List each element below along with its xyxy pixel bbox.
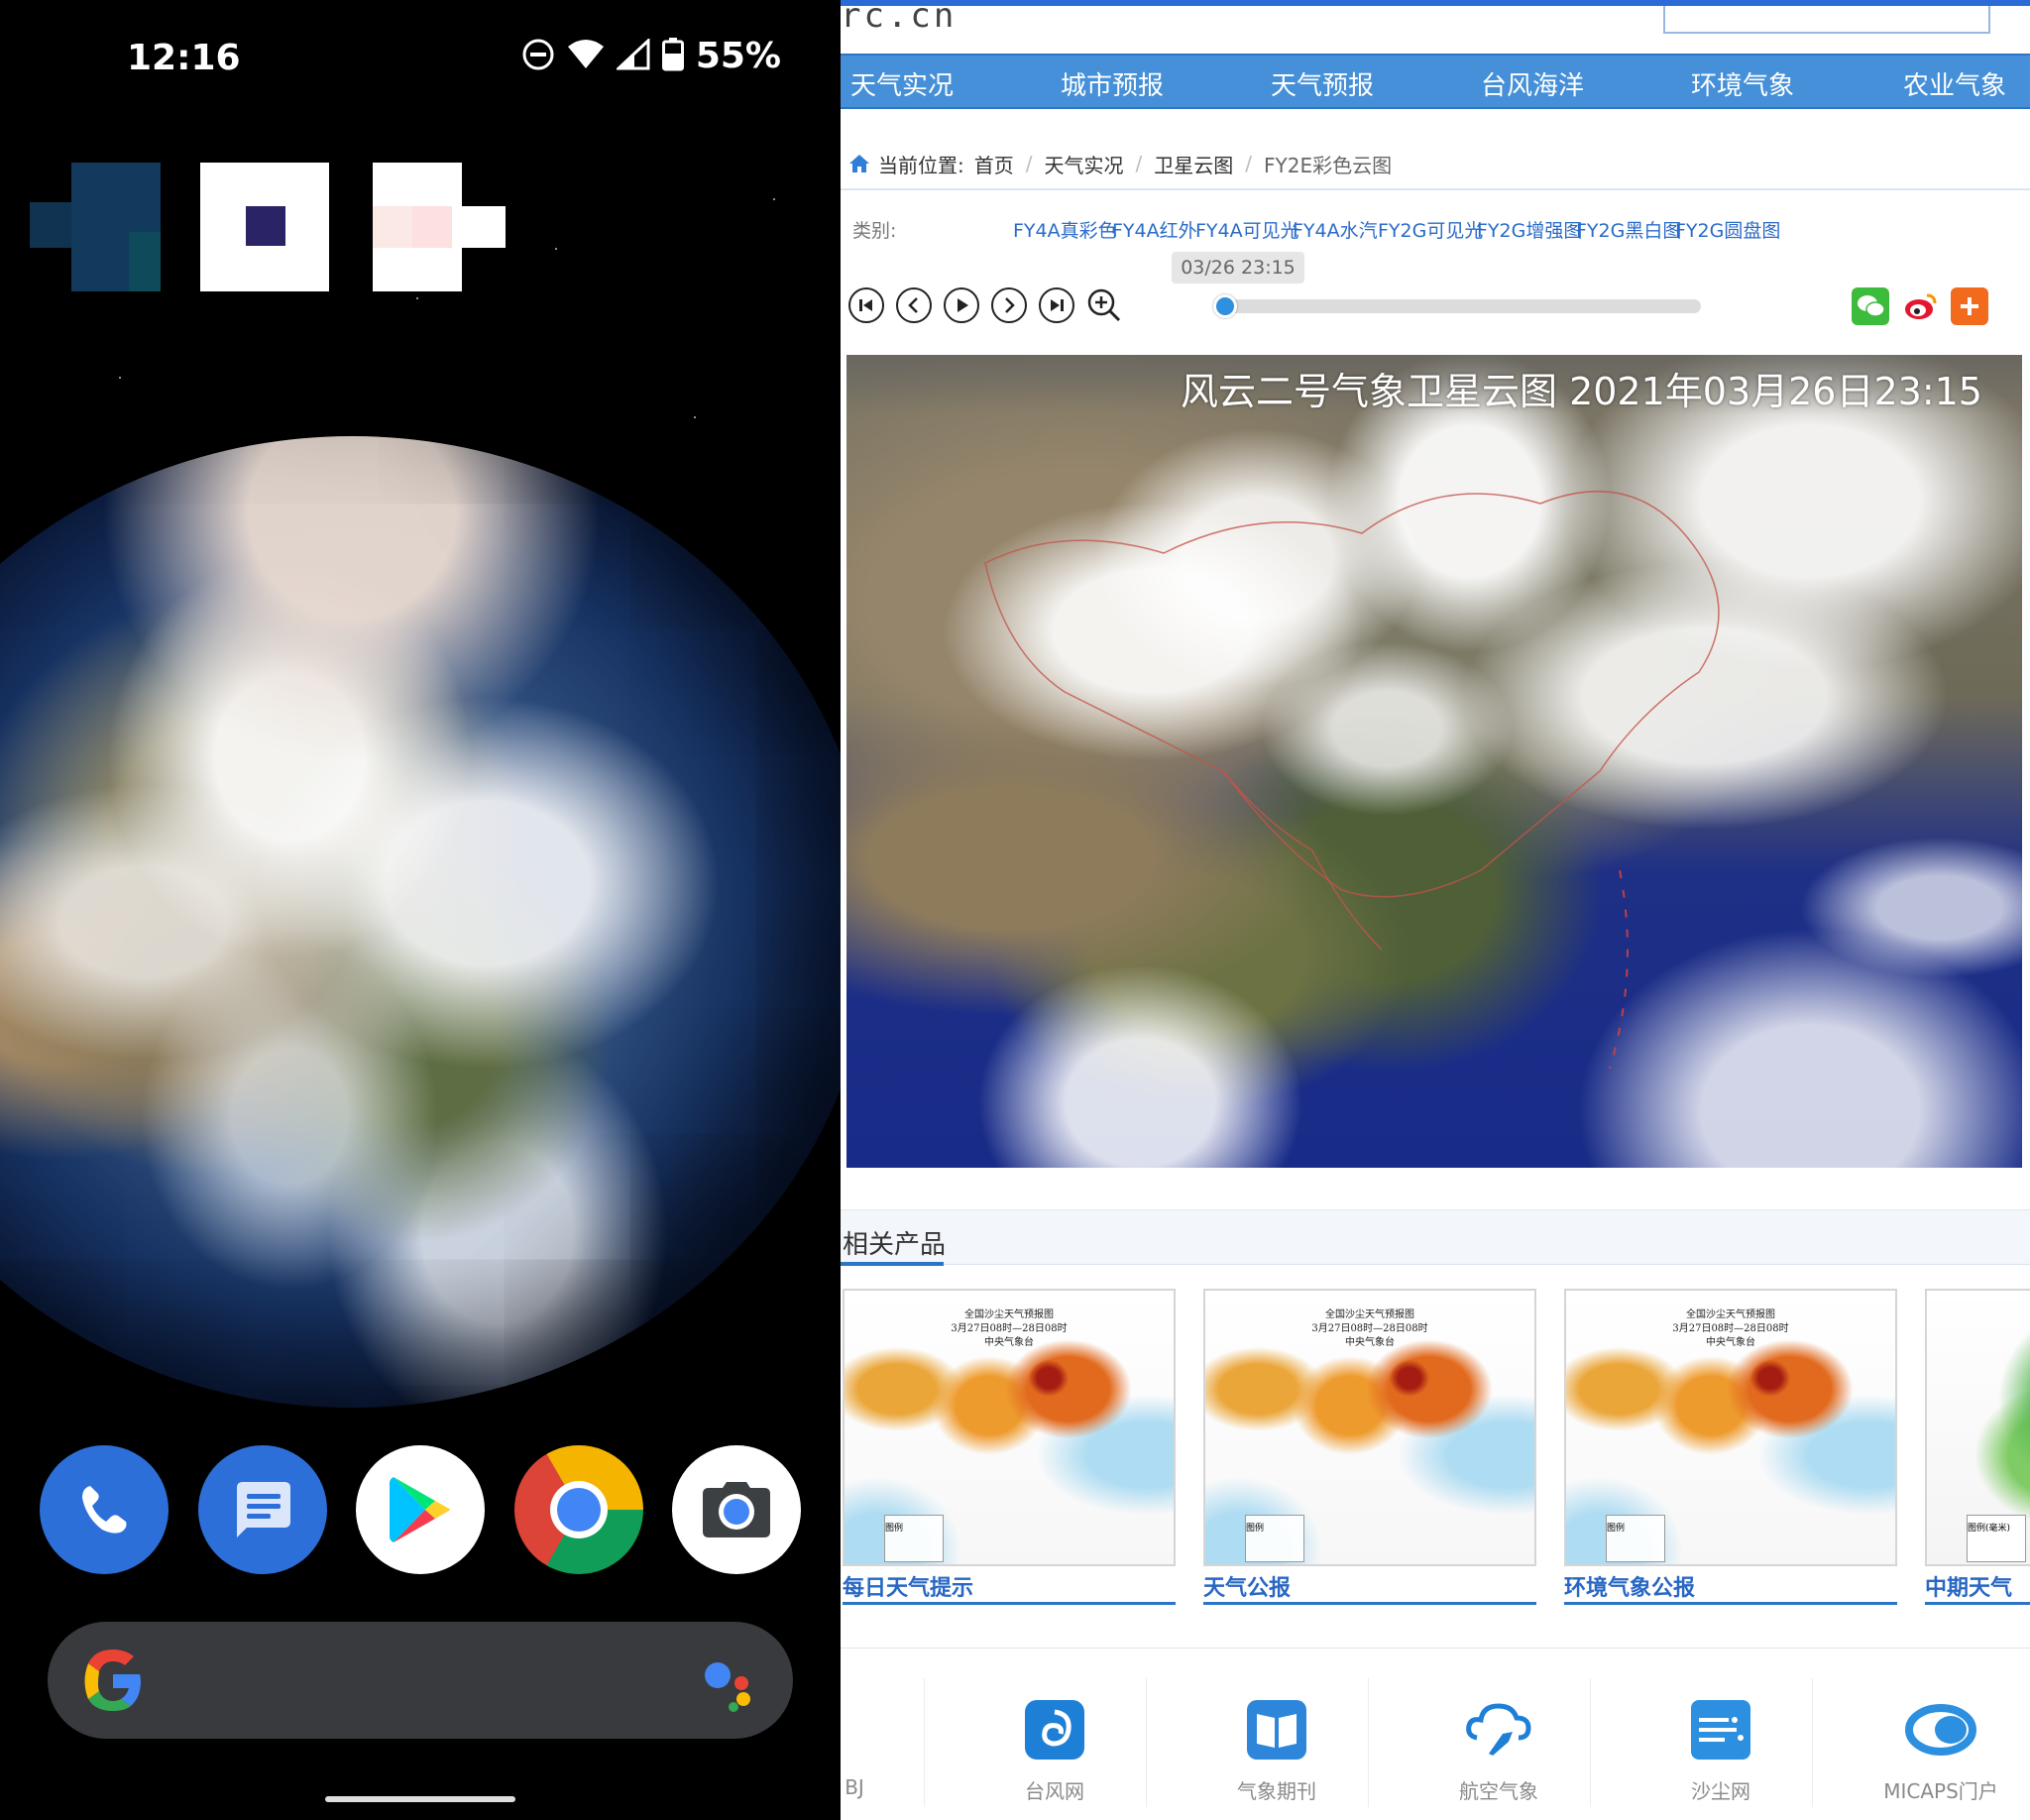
cell-signal-icon — [615, 37, 650, 74]
nav-item-city-forecast[interactable]: 城市预报 — [1061, 65, 1164, 102]
product-card-environment-bulletin[interactable]: 全国沙尘天气预报图 3月27日08时—28日08时 中央气象台 图例 环境气象公报 — [1564, 1289, 1897, 1608]
breadcrumb-home[interactable]: 首页 — [974, 150, 1014, 178]
site-header-strip: rc.cn — [841, 0, 2030, 54]
wifi-icon — [567, 39, 605, 74]
app-dock — [40, 1445, 801, 1574]
product-map-thumbnail[interactable]: 全国沙尘天气预报图 3月27日08时—28日08时 中央气象台 图例 — [843, 1289, 1176, 1566]
wechat-share-icon[interactable] — [1852, 287, 1889, 325]
weibo-share-icon[interactable] — [1901, 287, 1939, 325]
assistant-icon[interactable] — [700, 1655, 759, 1715]
product-label[interactable]: 每日天气提示 — [843, 1570, 973, 1602]
play-icon[interactable] — [944, 287, 979, 323]
nav-item-weather-forecast[interactable]: 天气预报 — [1271, 65, 1374, 102]
category-fy4a-true-color[interactable]: FY4A真彩色 — [1013, 216, 1117, 243]
timeline-slider[interactable] — [1213, 294, 1701, 318]
play-store-app-icon[interactable] — [356, 1445, 485, 1574]
category-fy2g-visible[interactable]: FY2G可见光 — [1378, 216, 1483, 243]
breadcrumb-prefix: 当前位置: — [878, 153, 964, 177]
dnd-icon — [521, 38, 555, 75]
android-home-screen: 12:16 55% — [0, 0, 841, 1820]
player-controls — [848, 287, 1122, 323]
breadcrumb-weather-live[interactable]: 天气实况 — [1045, 150, 1124, 178]
weather-webpage: rc.cn 天气实况 城市预报 天气预报 台风海洋 环境气象 农业气象 当前位置… — [841, 0, 2030, 1820]
battery-icon — [661, 37, 684, 75]
category-label: 类别: — [852, 220, 897, 242]
product-map-thumbnail[interactable]: 全国沙尘天气预报图 3月27日08时—28日08时 中央气象台 图例 — [1203, 1289, 1536, 1566]
related-products-title: 相关产品 — [843, 1230, 947, 1260]
link-micaps[interactable]: MICAPS门户 — [1832, 1694, 2030, 1804]
status-icons: 55% — [521, 36, 781, 76]
zoom-in-icon[interactable] — [1086, 287, 1122, 323]
link-journal[interactable]: 气象期刊 — [1168, 1694, 1386, 1804]
time-badge: 03/26 23:15 — [1172, 252, 1304, 284]
satellite-cloud-image[interactable]: 风云二号气象卫星云图 2021年03月26日23:15 — [846, 355, 2022, 1168]
battery-percent: 55% — [695, 36, 781, 76]
next-frame-icon[interactable] — [991, 287, 1027, 323]
typhoon-icon — [1019, 1694, 1090, 1765]
product-card-medium-range[interactable]: 图例(毫米) 中期天气 — [1925, 1289, 2030, 1608]
nav-item-agriculture[interactable]: 农业气象 — [1903, 65, 2006, 102]
gesture-navigation-bar[interactable] — [325, 1796, 515, 1802]
chrome-app-icon[interactable] — [513, 1445, 643, 1574]
related-products-header: 相关产品 — [841, 1209, 2030, 1266]
messages-app-icon[interactable] — [197, 1445, 327, 1574]
earth-wallpaper — [0, 436, 841, 1408]
product-label[interactable]: 中期天气 — [1925, 1570, 2012, 1602]
site-domain-text: rc.cn — [841, 0, 958, 36]
timeline-slider-knob[interactable] — [1213, 294, 1237, 318]
camera-app-icon[interactable] — [672, 1445, 801, 1574]
aviation-icon — [1463, 1694, 1534, 1765]
link-typhoon[interactable]: 台风网 — [946, 1694, 1164, 1804]
status-time: 12:16 — [127, 38, 241, 78]
prev-frame-icon[interactable] — [896, 287, 932, 323]
micaps-icon — [1905, 1694, 1976, 1765]
google-g-icon[interactable] — [75, 1644, 151, 1719]
product-map-thumbnail[interactable]: 全国沙尘天气预报图 3月27日08时—28日08时 中央气象台 图例 — [1564, 1289, 1897, 1566]
product-label[interactable]: 环境气象公报 — [1564, 1570, 1695, 1602]
breadcrumb-satellite[interactable]: 卫星云图 — [1154, 150, 1233, 178]
journal-icon — [1241, 1694, 1312, 1765]
category-fy4a-visible[interactable]: FY4A可见光 — [1195, 216, 1299, 243]
main-nav: 天气实况 城市预报 天气预报 台风海洋 环境气象 农业气象 — [841, 54, 2030, 109]
category-fy2g-disk[interactable]: FY2G圆盘图 — [1675, 216, 1780, 243]
nav-item-environment[interactable]: 环境气象 — [1691, 65, 1794, 102]
nav-item-weather-live[interactable]: 天气实况 — [850, 65, 954, 102]
product-card-daily-tips[interactable]: 全国沙尘天气预报图 3月27日08时—28日08时 中央气象台 图例 每日天气提示 — [843, 1289, 1176, 1608]
category-fy4a-infrared[interactable]: FY4A红外 — [1112, 216, 1197, 243]
breadcrumb-divider — [841, 188, 2030, 190]
partner-links-bar: BJ 台风网 气象期刊 航空气象 沙尘网 MICAPS门户 — [841, 1648, 2030, 1820]
pixelated-widget[interactable] — [30, 163, 506, 291]
category-fy2g-enhanced[interactable]: FY2G增强图 — [1477, 216, 1582, 243]
breadcrumb-current: FY2E彩色云图 — [1264, 153, 1393, 177]
category-fy4a-water-vapor[interactable]: FY4A水汽 — [1293, 216, 1378, 243]
first-frame-icon[interactable] — [848, 287, 884, 323]
country-borders-overlay — [984, 491, 1720, 1070]
product-label[interactable]: 天气公报 — [1203, 1570, 1291, 1602]
last-frame-icon[interactable] — [1039, 287, 1074, 323]
add-share-icon[interactable] — [1951, 287, 1988, 325]
home-icon — [848, 154, 870, 173]
site-search-box[interactable] — [1663, 6, 1990, 34]
product-card-weather-bulletin[interactable]: 全国沙尘天气预报图 3月27日08时—28日08时 中央气象台 图例 天气公报 — [1203, 1289, 1536, 1608]
google-search-bar[interactable] — [48, 1622, 793, 1739]
nav-item-typhoon-ocean[interactable]: 台风海洋 — [1481, 65, 1584, 102]
category-fy2g-black-white[interactable]: FY2G黑白图 — [1576, 216, 1681, 243]
link-aviation[interactable]: 航空气象 — [1390, 1694, 1608, 1804]
breadcrumb: 当前位置: 首页 / 天气实况 / 卫星云图 / FY2E彩色云图 — [848, 149, 1392, 178]
dust-icon — [1685, 1694, 1756, 1765]
phone-app-icon[interactable] — [40, 1445, 169, 1574]
product-map-thumbnail[interactable]: 图例(毫米) — [1925, 1289, 2030, 1566]
link-dust[interactable]: 沙尘网 — [1612, 1694, 1830, 1804]
